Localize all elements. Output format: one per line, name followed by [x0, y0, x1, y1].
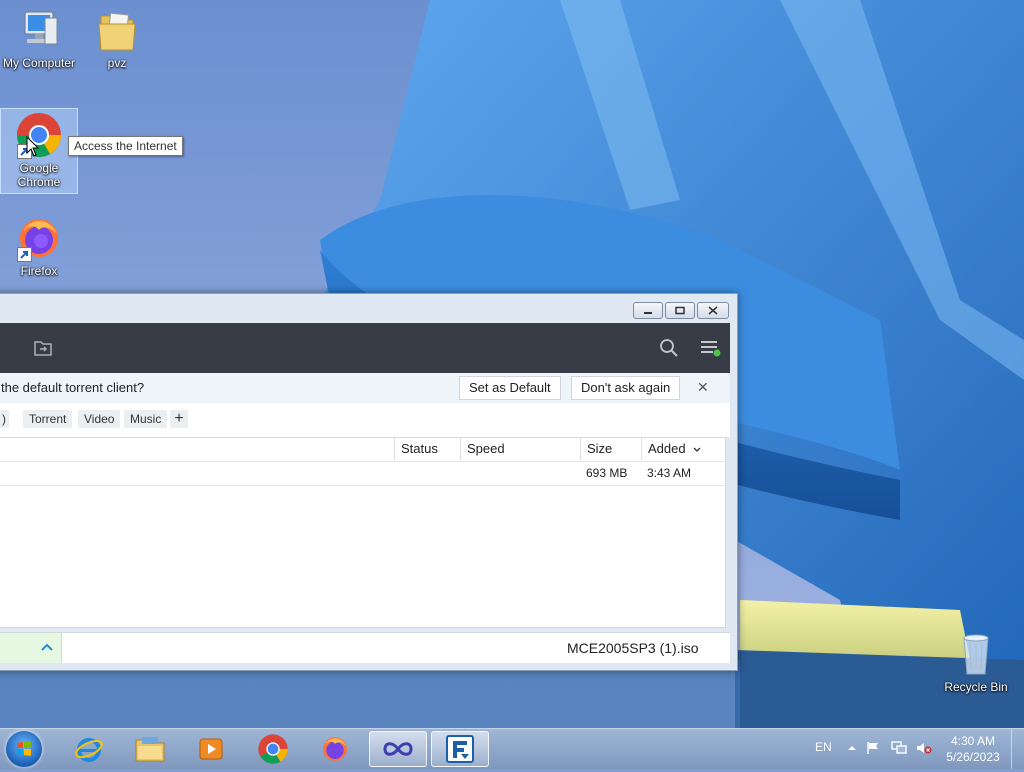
firefox-icon — [15, 214, 63, 262]
taskbar-infinity-app[interactable] — [369, 731, 427, 767]
chrome-icon — [258, 734, 288, 764]
infinity-icon — [383, 742, 413, 756]
recycle-bin-label: Recycle Bin — [944, 680, 1008, 694]
recycle-bin-desktop-icon[interactable]: Recycle Bin — [940, 630, 1012, 694]
selected-file-name: MCE2005SP3 (1).iso — [567, 640, 699, 656]
recycle-bin-icon — [952, 630, 1000, 678]
category-filter-bar: ) Torrent Video Music + — [0, 403, 730, 437]
set-as-default-button[interactable]: Set as Default — [459, 376, 561, 400]
my-computer-desktop-icon[interactable]: My Computer — [1, 6, 77, 70]
firefox-desktop-icon[interactable]: Firefox — [1, 214, 77, 278]
app-toolbar — [0, 323, 730, 373]
windows-logo-icon — [17, 741, 31, 756]
show-desktop-button[interactable] — [1011, 729, 1024, 769]
notice-close-icon[interactable]: ✕ — [697, 379, 709, 396]
folder-icon — [93, 6, 141, 54]
start-button[interactable] — [6, 731, 42, 767]
taskbar-file-explorer[interactable] — [121, 731, 179, 767]
window-controls — [633, 302, 729, 319]
mouse-cursor-icon — [26, 136, 40, 157]
taskbar-internet-explorer[interactable] — [60, 731, 118, 767]
download-list: Status Speed Size Added 693 MB 3:43 AM — [0, 437, 726, 628]
firefox-label: Firefox — [20, 264, 58, 278]
chrome-tooltip: Access the Internet — [68, 136, 183, 156]
open-folder-icon[interactable] — [33, 338, 53, 358]
file-explorer-icon — [135, 737, 165, 762]
my-computer-label: My Computer — [2, 56, 76, 70]
firefox-icon — [323, 737, 347, 761]
close-button[interactable] — [697, 302, 729, 319]
table-row[interactable]: 693 MB 3:43 AM — [0, 461, 725, 486]
status-bar: MCE2005SP3 (1).iso — [0, 632, 730, 663]
chevron-up-icon — [41, 643, 53, 651]
taskbar: EN 4:30 AM 5/26/2023 — [0, 728, 1024, 769]
minimize-button[interactable] — [633, 302, 663, 319]
pvz-folder-desktop-icon[interactable]: pvz — [79, 6, 155, 70]
column-header-size[interactable]: Size — [580, 438, 641, 460]
filter-chip-torrent[interactable]: Torrent — [23, 410, 73, 428]
status-expand-toggle[interactable] — [0, 633, 62, 663]
dont-ask-again-button[interactable]: Don't ask again — [571, 376, 681, 400]
column-header-status[interactable]: Status — [394, 438, 460, 460]
restore-button[interactable] — [665, 302, 695, 319]
media-player-icon — [199, 738, 223, 760]
taskbar-media-player[interactable] — [182, 731, 240, 767]
menu-icon[interactable] — [700, 338, 721, 358]
search-icon[interactable] — [659, 338, 679, 358]
row-size: 693 MB — [586, 466, 628, 480]
sort-chevron-icon — [693, 441, 701, 456]
column-header-speed[interactable]: Speed — [460, 438, 580, 460]
added-header-label: Added — [648, 441, 686, 456]
language-indicator[interactable]: EN — [815, 740, 832, 754]
computer-icon — [15, 6, 63, 54]
network-icon[interactable] — [891, 741, 907, 755]
taskbar-chrome[interactable] — [244, 731, 302, 767]
row-added: 3:43 AM — [647, 466, 692, 480]
torrent-client-window: the default torrent client? Set as Defau… — [0, 293, 738, 671]
action-center-flag-icon[interactable] — [866, 741, 880, 755]
column-header-added[interactable]: Added — [641, 438, 725, 460]
clock-time: 4:30 AM — [950, 734, 996, 748]
taskbar-torrent-client[interactable] — [431, 731, 489, 767]
filter-chip-music[interactable]: Music — [124, 410, 168, 428]
clock-date: 5/26/2023 — [946, 750, 1000, 764]
default-client-notice: the default torrent client? Set as Defau… — [0, 373, 730, 404]
notice-text: the default torrent client? — [1, 380, 145, 395]
pvz-label: pvz — [107, 56, 127, 70]
show-hidden-icons-chevron-icon[interactable] — [845, 741, 859, 755]
filter-chip-video[interactable]: Video — [78, 410, 121, 428]
google-chrome-label: Google Chrome — [17, 161, 61, 189]
taskbar-firefox[interactable] — [306, 731, 364, 767]
filter-chip-partial[interactable]: ) — [0, 410, 9, 428]
add-filter-button[interactable]: + — [170, 410, 188, 428]
shortcut-arrow-icon — [17, 247, 32, 262]
torrent-client-icon — [446, 735, 474, 763]
system-clock[interactable]: 4:30 AM 5/26/2023 — [940, 733, 1006, 765]
internet-explorer-icon — [75, 738, 103, 762]
volume-muted-icon[interactable] — [916, 741, 932, 755]
